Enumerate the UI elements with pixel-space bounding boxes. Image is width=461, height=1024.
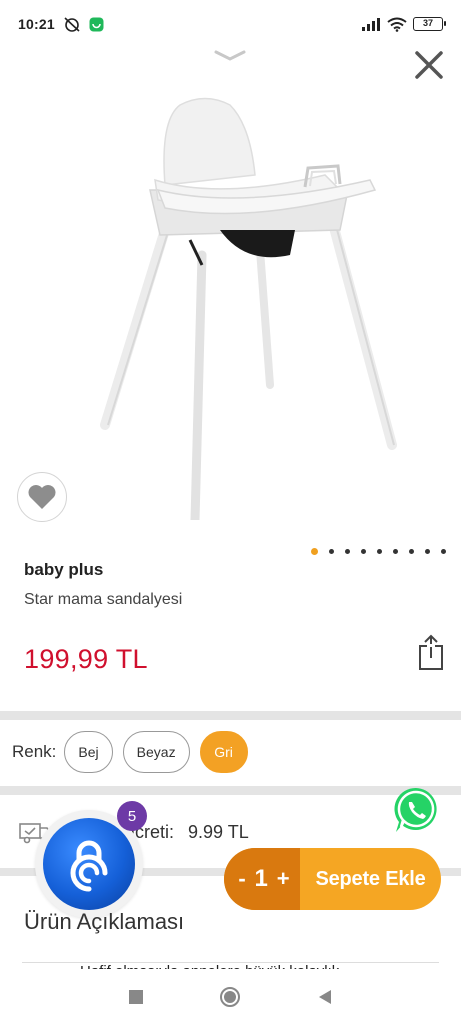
status-time: 10:21 [18, 16, 55, 32]
system-nav-bar [0, 970, 461, 1024]
signal-icon [362, 18, 380, 31]
pagination-dot[interactable] [409, 549, 414, 554]
description-preview: Hafif olmasıyla annelere büyük kolaylık [80, 961, 339, 969]
color-selector: Renk: Bej Beyaz Gri [12, 731, 248, 773]
status-bar: 10:21 37 [0, 0, 461, 48]
pagination-dot[interactable] [441, 549, 446, 554]
back-button[interactable] [317, 989, 333, 1005]
favorite-button[interactable] [17, 472, 67, 522]
color-label: Renk: [12, 742, 57, 761]
product-image[interactable] [70, 80, 410, 520]
share-icon[interactable] [415, 632, 447, 672]
pagination-dot[interactable] [377, 549, 382, 554]
color-option-beyaz[interactable]: Beyaz [122, 731, 190, 773]
divider [0, 711, 461, 720]
pagination-dot[interactable] [345, 549, 350, 554]
quantity-increase-button[interactable]: + [277, 866, 290, 892]
product-price: 199,99 TL [24, 644, 148, 674]
image-pagination[interactable] [311, 548, 446, 555]
description-title: Ürün Açıklaması [24, 909, 185, 934]
chevron-down-icon[interactable] [212, 44, 248, 66]
quantity-stepper: - 1 + [224, 848, 300, 910]
color-option-gri[interactable]: Gri [199, 731, 248, 773]
quantity-decrease-button[interactable]: - [238, 866, 245, 892]
add-to-cart-bar: - 1 + Sepete Ekle [224, 848, 441, 910]
quantity-value: 1 [254, 865, 268, 892]
home-button[interactable] [219, 986, 241, 1008]
recents-button[interactable] [128, 989, 144, 1005]
product-brand: baby plus [24, 560, 104, 579]
pagination-dot[interactable] [361, 549, 366, 554]
alarm-off-icon [64, 17, 80, 32]
pagination-dot[interactable] [329, 549, 334, 554]
battery-icon: 37 [413, 17, 446, 31]
app-notification-icon [89, 17, 104, 31]
product-name: Star mama sandalyesi [24, 591, 183, 608]
close-icon[interactable] [410, 46, 448, 84]
wifi-icon [387, 17, 407, 32]
notification-badge: 5 [117, 801, 147, 831]
color-option-bej[interactable]: Bej [64, 731, 113, 773]
app-logo-icon [70, 840, 108, 892]
heart-icon [28, 485, 56, 509]
pagination-dot[interactable] [311, 548, 318, 555]
add-to-cart-button[interactable]: Sepete Ekle [300, 868, 441, 891]
pagination-dot[interactable] [425, 549, 430, 554]
pagination-dot[interactable] [393, 549, 398, 554]
battery-level: 37 [422, 18, 433, 28]
shipping-value: 9.99 TL [188, 821, 249, 842]
whatsapp-icon[interactable] [392, 785, 440, 835]
